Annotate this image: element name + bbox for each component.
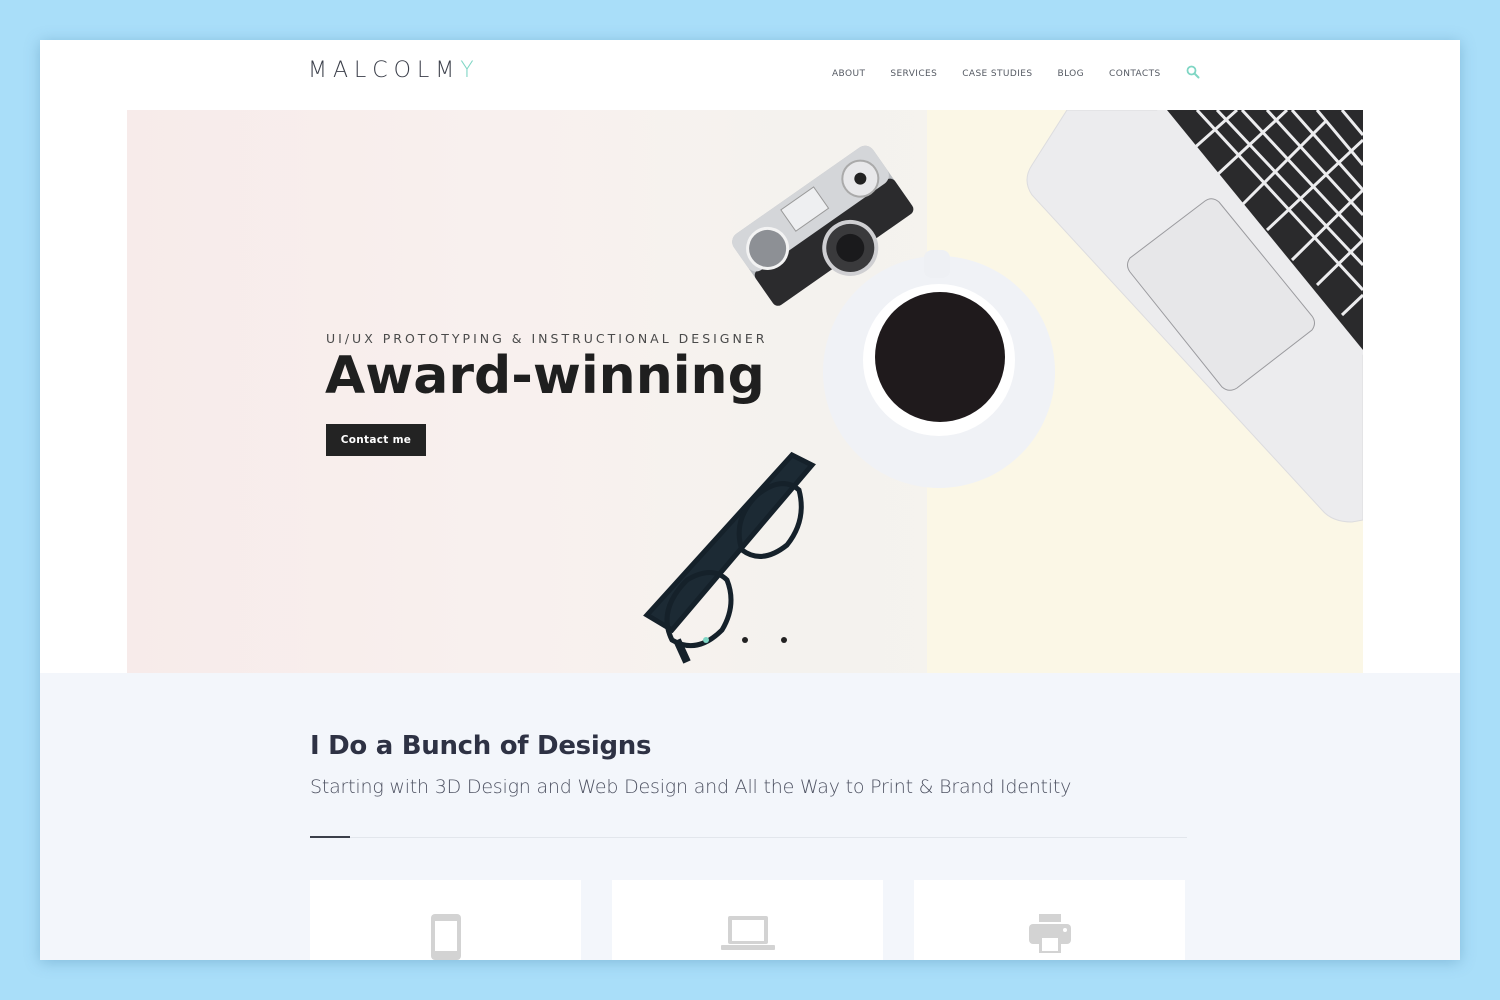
main-nav: ABOUT SERVICES CASE STUDIES BLOG CONTACT… <box>832 65 1200 81</box>
section-lead: Starting with 3D Design and Web Design a… <box>310 776 1072 798</box>
nav-item-about[interactable]: ABOUT <box>832 69 865 79</box>
service-card-laptop[interactable] <box>612 880 883 960</box>
service-cards <box>310 880 1185 960</box>
service-card-mobile[interactable] <box>310 880 581 960</box>
service-card-print[interactable] <box>914 880 1185 960</box>
hero-slider: UI/UX PROTOTYPING & INSTRUCTIONAL DESIGN… <box>127 110 1363 673</box>
search-icon[interactable] <box>1186 65 1200 79</box>
slider-dot-1[interactable] <box>703 637 709 643</box>
coffee-cup-illustration <box>823 250 1055 488</box>
laptop-icon <box>720 916 775 950</box>
slider-pagination <box>703 637 787 643</box>
section-heading: I Do a Bunch of Designs <box>310 731 652 761</box>
nav-item-case-studies[interactable]: CASE STUDIES <box>962 69 1032 79</box>
nav-item-contacts[interactable]: CONTACTS <box>1109 69 1161 79</box>
slider-dot-3[interactable] <box>781 637 787 643</box>
hero-title: Award-winning <box>325 346 765 406</box>
section-divider <box>310 837 1187 838</box>
slider-dot-2[interactable] <box>742 637 748 643</box>
laptop-illustration <box>1026 110 1363 523</box>
site-logo[interactable]: MALCOLMY <box>308 58 480 83</box>
section-divider-accent <box>310 836 350 838</box>
nav-item-blog[interactable]: BLOG <box>1058 69 1085 79</box>
hero-subtitle: UI/UX PROTOTYPING & INSTRUCTIONAL DESIGN… <box>326 331 768 346</box>
logo-accent-letter: Y <box>460 58 480 83</box>
browser-page: MALCOLMY ABOUT SERVICES CASE STUDIES BLO… <box>40 40 1460 960</box>
services-section: I Do a Bunch of Designs Starting with 3D… <box>40 673 1460 960</box>
printer-icon <box>1028 914 1071 953</box>
glasses-illustration <box>643 451 816 664</box>
contact-me-button[interactable]: Contact me <box>326 424 426 456</box>
nav-item-services[interactable]: SERVICES <box>890 69 937 79</box>
mobile-icon <box>430 914 461 960</box>
logo-text: MALCOLM <box>308 58 461 83</box>
